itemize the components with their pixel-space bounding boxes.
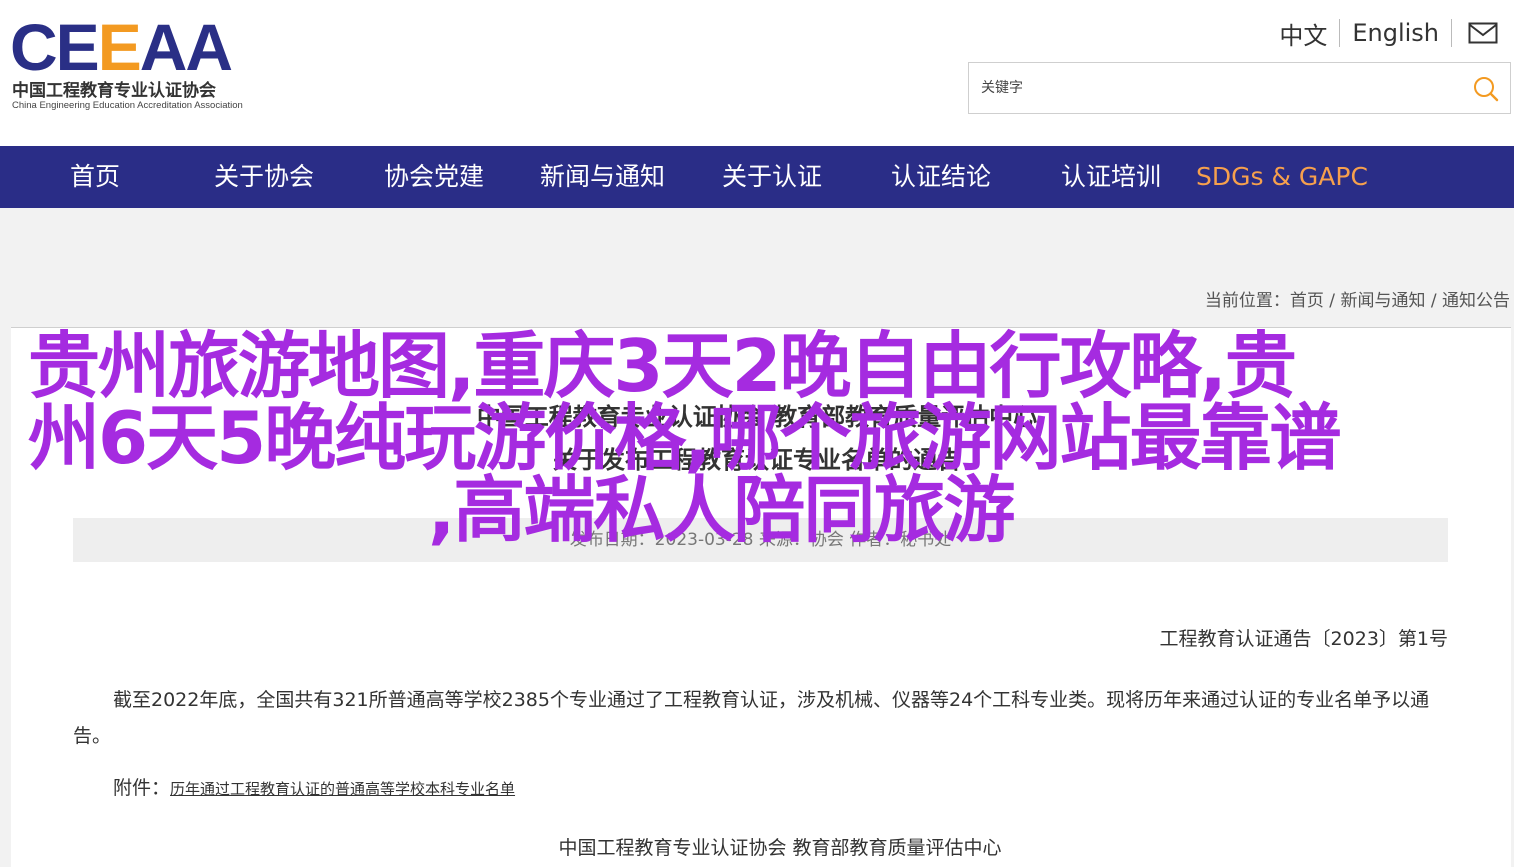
nav-item-home[interactable]: 首页 bbox=[70, 146, 120, 208]
search-icon[interactable] bbox=[1468, 71, 1504, 107]
attachment-row: 附件：历年通过工程教育认证的普通高等学校本科专业名单 bbox=[113, 773, 515, 800]
lang-chinese-link[interactable]: 中文 bbox=[1267, 16, 1339, 51]
nav-item-sdgs[interactable]: SDGs & GAPC bbox=[1196, 146, 1368, 208]
nav-item-news[interactable]: 新闻与通知 bbox=[540, 146, 665, 208]
article-signature: 中国工程教育专业认证协会 教育部教育质量评估中心 bbox=[558, 837, 1002, 859]
article-paragraph: 截至2022年底，全国共有321所普通高等学校2385个专业通过了工程教育认证，… bbox=[73, 689, 1430, 747]
overlay-line-2: 州6天5晚纯玩游价格,哪个旅游网站最靠谱 bbox=[28, 396, 1342, 480]
search-input[interactable] bbox=[969, 63, 1449, 113]
announcement-number: 工程教育认证通告〔2023〕第1号 bbox=[1159, 628, 1448, 650]
logo-mark: CEEAA bbox=[10, 10, 233, 84]
site-header: CEEAA 中国工程教育专业认证协会 China Engineering Edu… bbox=[0, 0, 1514, 146]
breadcrumb-separator: / bbox=[1425, 291, 1442, 311]
nav-item-party[interactable]: 协会党建 bbox=[384, 146, 484, 208]
logo-english-name: China Engineering Education Accreditatio… bbox=[12, 100, 243, 111]
breadcrumb-separator: / bbox=[1323, 291, 1341, 311]
breadcrumb-news[interactable]: 新闻与通知 bbox=[1340, 291, 1425, 311]
overlay-line-1: 贵州旅游地图,重庆3天2晚自由行攻略,贵 bbox=[28, 324, 1297, 408]
attachment-link[interactable]: 历年通过工程教育认证的普通高等学校本科专业名单 bbox=[170, 780, 515, 798]
site-logo[interactable]: CEEAA 中国工程教育专业认证协会 China Engineering Edu… bbox=[10, 14, 270, 114]
breadcrumb: 当前位置：首页 / 新闻与通知 / 通知公告 bbox=[1205, 286, 1510, 311]
overlay-headline: 贵州旅游地图,重庆3天2晚自由行攻略,贵 州6天5晚纯玩游价格,哪个旅游网站最靠… bbox=[28, 330, 1408, 546]
logo-chinese-name: 中国工程教育专业认证协会 bbox=[12, 81, 216, 101]
breadcrumb-notices[interactable]: 通知公告 bbox=[1442, 291, 1510, 311]
lang-english-link[interactable]: English bbox=[1340, 19, 1451, 47]
search-box bbox=[968, 62, 1511, 114]
nav-item-about[interactable]: 关于协会 bbox=[214, 146, 314, 208]
language-bar: 中文 English bbox=[1267, 16, 1498, 50]
mail-icon[interactable] bbox=[1452, 16, 1498, 50]
overlay-line-3: ,高端私人陪同旅游 bbox=[428, 468, 1015, 552]
nav-item-conclusions[interactable]: 认证结论 bbox=[891, 146, 991, 208]
main-nav: 首页 关于协会 协会党建 新闻与通知 关于认证 认证结论 认证培训 SDGs &… bbox=[0, 146, 1514, 208]
nav-item-training[interactable]: 认证培训 bbox=[1061, 146, 1161, 208]
breadcrumb-home[interactable]: 首页 bbox=[1290, 291, 1324, 311]
attachment-label: 附件： bbox=[113, 777, 171, 799]
breadcrumb-prefix: 当前位置： bbox=[1204, 291, 1290, 311]
nav-item-accreditation[interactable]: 关于认证 bbox=[722, 146, 822, 208]
